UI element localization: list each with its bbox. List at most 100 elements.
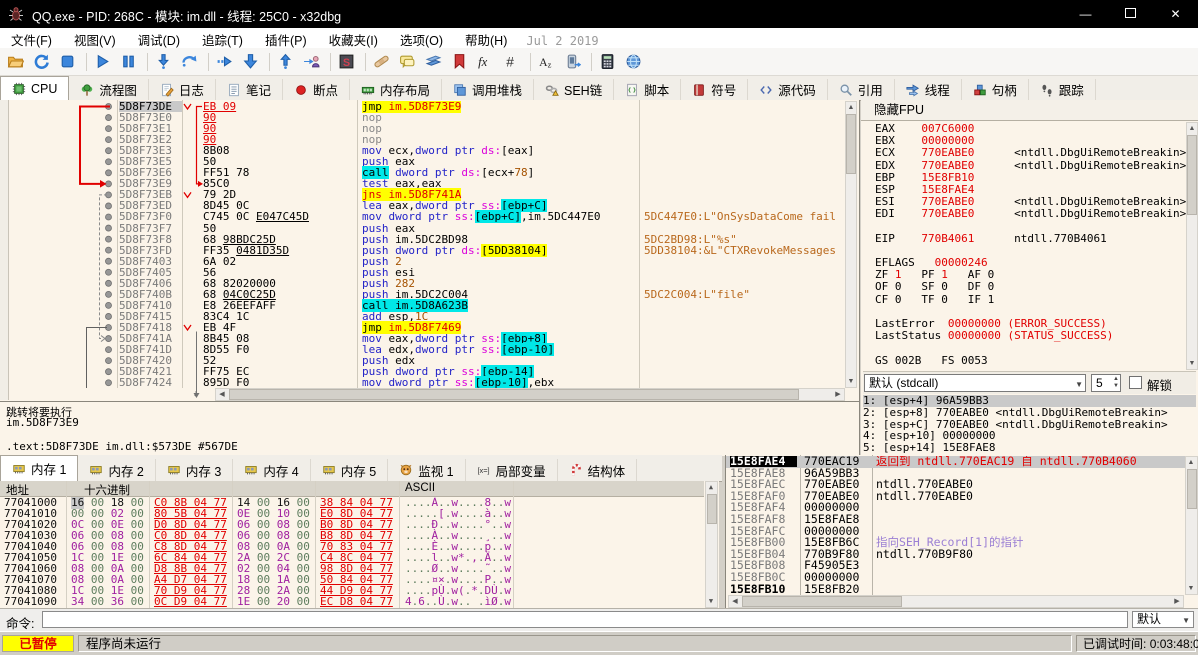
registers-pane: 隐藏FPU EAX 007C6000EBX 00000000ECX 770EAB…: [861, 100, 1198, 455]
tab-CPU[interactable]: CPU: [0, 76, 69, 101]
close-button[interactable]: ✕: [1153, 0, 1198, 28]
control-flow-button[interactable]: #: [501, 50, 525, 74]
tab-结构体[interactable]: 结构体: [558, 459, 638, 481]
tab-调用堆栈[interactable]: 调用堆栈: [442, 79, 534, 100]
tab-内存 4[interactable]: 内存 4: [233, 459, 310, 481]
tab-源代码[interactable]: 源代码: [748, 79, 828, 100]
dump-vscrollbar[interactable]: ▲ ▼: [705, 481, 718, 608]
tab-局部变量[interactable]: [x=]局部变量: [466, 459, 558, 481]
stack-vscrollbar[interactable]: ▲ ▼: [1185, 456, 1198, 595]
tab-监视 1[interactable]: 监视 1: [388, 459, 465, 481]
source-icon: [759, 83, 773, 97]
tab-SEH链[interactable]: SEH链: [534, 79, 614, 100]
debug-time: 已调试时间: 0:03:48:04: [1076, 635, 1196, 652]
dump-icon: [12, 462, 26, 476]
stack-row[interactable]: 15E8FB08F45905E3: [726, 560, 1186, 572]
animate-over-button[interactable]: [214, 50, 238, 74]
functions-icon: fx: [477, 53, 497, 70]
patches-button[interactable]: S: [336, 50, 360, 74]
labels-button[interactable]: [423, 50, 447, 74]
maximize-button[interactable]: [1108, 0, 1153, 28]
spin-down-icon: ▼: [1113, 383, 1119, 390]
tab-label: 跟踪: [1059, 80, 1084, 99]
globe-button[interactable]: [623, 50, 647, 74]
switch-user-button[interactable]: [301, 50, 325, 74]
disasm-row[interactable]: 5D8F73FDFF35 0481D35Dpush dword ptr ds:[…: [0, 245, 845, 256]
disasm-hscrollbar[interactable]: ◀ ▶: [215, 388, 845, 401]
tab-句柄[interactable]: 句柄: [962, 79, 1029, 100]
memory-map-icon: [361, 83, 375, 97]
tab-内存 2[interactable]: 内存 2: [78, 459, 155, 481]
calling-convention-select[interactable]: 默认 (stdcall)▼: [864, 374, 1086, 392]
disasm-row[interactable]: 5D8F7424895D F0mov dword ptr ss:[ebp-10]…: [0, 377, 845, 388]
window-title: QQ.exe - PID: 268C - 模块: im.dll - 线程: 25…: [32, 6, 341, 25]
disasm-comment: 5DD38104:&L"CTXRevokeMessages: [644, 245, 845, 256]
script-icon: [625, 83, 639, 97]
stack-row[interactable]: 15E8FAE4770EAC19返回到 ntdll.770EAC19 自 ntd…: [726, 456, 1186, 468]
tab-断点[interactable]: 断点: [283, 79, 350, 100]
stack-comment: ntdll.770EABE0: [876, 491, 973, 502]
tab-符号[interactable]: 符号: [681, 79, 748, 100]
calculator-button[interactable]: [597, 50, 621, 74]
open-folder-button[interactable]: [5, 50, 29, 74]
handles-icon: [973, 83, 987, 97]
run-button[interactable]: [92, 50, 116, 74]
dump-byte-group: 1E 00 20 00: [237, 596, 310, 607]
toolbar-separator: [208, 53, 209, 71]
breakpoints-icon: [294, 83, 308, 97]
tab-label: 局部变量: [496, 461, 546, 480]
restart-button[interactable]: [31, 50, 55, 74]
stack-hscrollbar[interactable]: ◀ ▶: [728, 595, 1184, 608]
step-into-button[interactable]: [153, 50, 177, 74]
dump-header-hex: 十六进制: [84, 482, 130, 498]
arg-count-stepper[interactable]: 5▲▼: [1091, 374, 1121, 392]
minimize-button[interactable]: —: [1063, 0, 1108, 28]
stop-button[interactable]: [57, 50, 81, 74]
tab-线程[interactable]: 线程: [895, 79, 962, 100]
bookmarks-button[interactable]: [449, 50, 473, 74]
call-arg-row[interactable]: 5: [esp+14] 15E8FAE8: [863, 442, 1196, 454]
tab-内存 5[interactable]: 内存 5: [311, 459, 388, 481]
call-arg-row[interactable]: 2: [esp+8] 770EABE0 <ntdll.DbgUiRemoteBr…: [863, 407, 1196, 419]
tab-脚本[interactable]: 脚本: [614, 79, 681, 100]
x32dbg-window: QQ.exe - PID: 268C - 模块: im.dll - 线程: 25…: [0, 0, 1198, 655]
trace-into-button[interactable]: [240, 50, 264, 74]
execute-till-return-button[interactable]: [275, 50, 299, 74]
tab-流程图[interactable]: 流程图: [69, 79, 149, 100]
stack-comment: 返回到 ntdll.770EAC19 自 ntdll.770B4060: [876, 456, 1137, 467]
tab-内存 3[interactable]: 内存 3: [156, 459, 233, 481]
command-input[interactable]: [42, 611, 1128, 628]
register-line[interactable]: LastStatus 00000000 (STATUS_SUCCESS): [875, 330, 1185, 342]
stack-row[interactable]: 15E8FB1015E8FB20: [726, 584, 1186, 595]
tab-跟踪[interactable]: 跟踪: [1029, 79, 1096, 100]
register-line[interactable]: GS 002B FS 0053: [875, 355, 1185, 367]
unlock-checkbox[interactable]: [1129, 376, 1142, 389]
stack-row[interactable]: 15E8FAF400000000: [726, 502, 1186, 514]
functions-button[interactable]: fx: [475, 50, 499, 74]
disasm-vscrollbar[interactable]: ▲ ▼: [845, 101, 857, 388]
tab-笔记[interactable]: 笔记: [216, 79, 283, 100]
stack-row[interactable]: 15E8FAF815E8FAE8: [726, 514, 1186, 526]
command-profile-select[interactable]: 默认▼: [1132, 611, 1194, 628]
register-line[interactable]: EDI 770EABE0 <ntdll.DbgUiRemoteBreakin>: [875, 208, 1185, 220]
tab-日志[interactable]: 日志: [149, 79, 216, 100]
registers-vscrollbar[interactable]: ▲ ▼: [1186, 122, 1198, 370]
tab-内存布局[interactable]: 内存布局: [350, 79, 442, 100]
step-over-button[interactable]: [179, 50, 203, 74]
strings-button[interactable]: Az: [536, 50, 560, 74]
stack-row[interactable]: 15E8FB0C00000000: [726, 572, 1186, 584]
disasm-row[interactable]: 5D8F73F0C745 0C E047C45Dmov dword ptr ss…: [0, 211, 845, 222]
register-line[interactable]: EIP 770B4061 ntdll.770B4061: [875, 233, 1185, 245]
stack-row[interactable]: 15E8FB04770B9F80ntdll.770B9F80: [726, 549, 1186, 561]
hide-fpu-button[interactable]: 隐藏FPU: [861, 100, 1198, 121]
tab-内存 1[interactable]: 内存 1: [0, 455, 78, 482]
pause-button[interactable]: [118, 50, 142, 74]
patch-bandage-button[interactable]: [371, 50, 395, 74]
comments-button[interactable]: [397, 50, 421, 74]
dump-row[interactable]: 7704109034 00 36 000C D9 04 771E 00 20 0…: [0, 596, 704, 607]
register-line[interactable]: CF 0 TF 0 IF 1: [875, 294, 1185, 306]
call-sequence-button[interactable]: [562, 50, 586, 74]
tab-引用[interactable]: 引用: [828, 79, 895, 100]
stack-row[interactable]: 15E8FAF0770EABE0ntdll.770EABE0: [726, 491, 1186, 503]
unlock-label: 解锁: [1147, 375, 1172, 394]
